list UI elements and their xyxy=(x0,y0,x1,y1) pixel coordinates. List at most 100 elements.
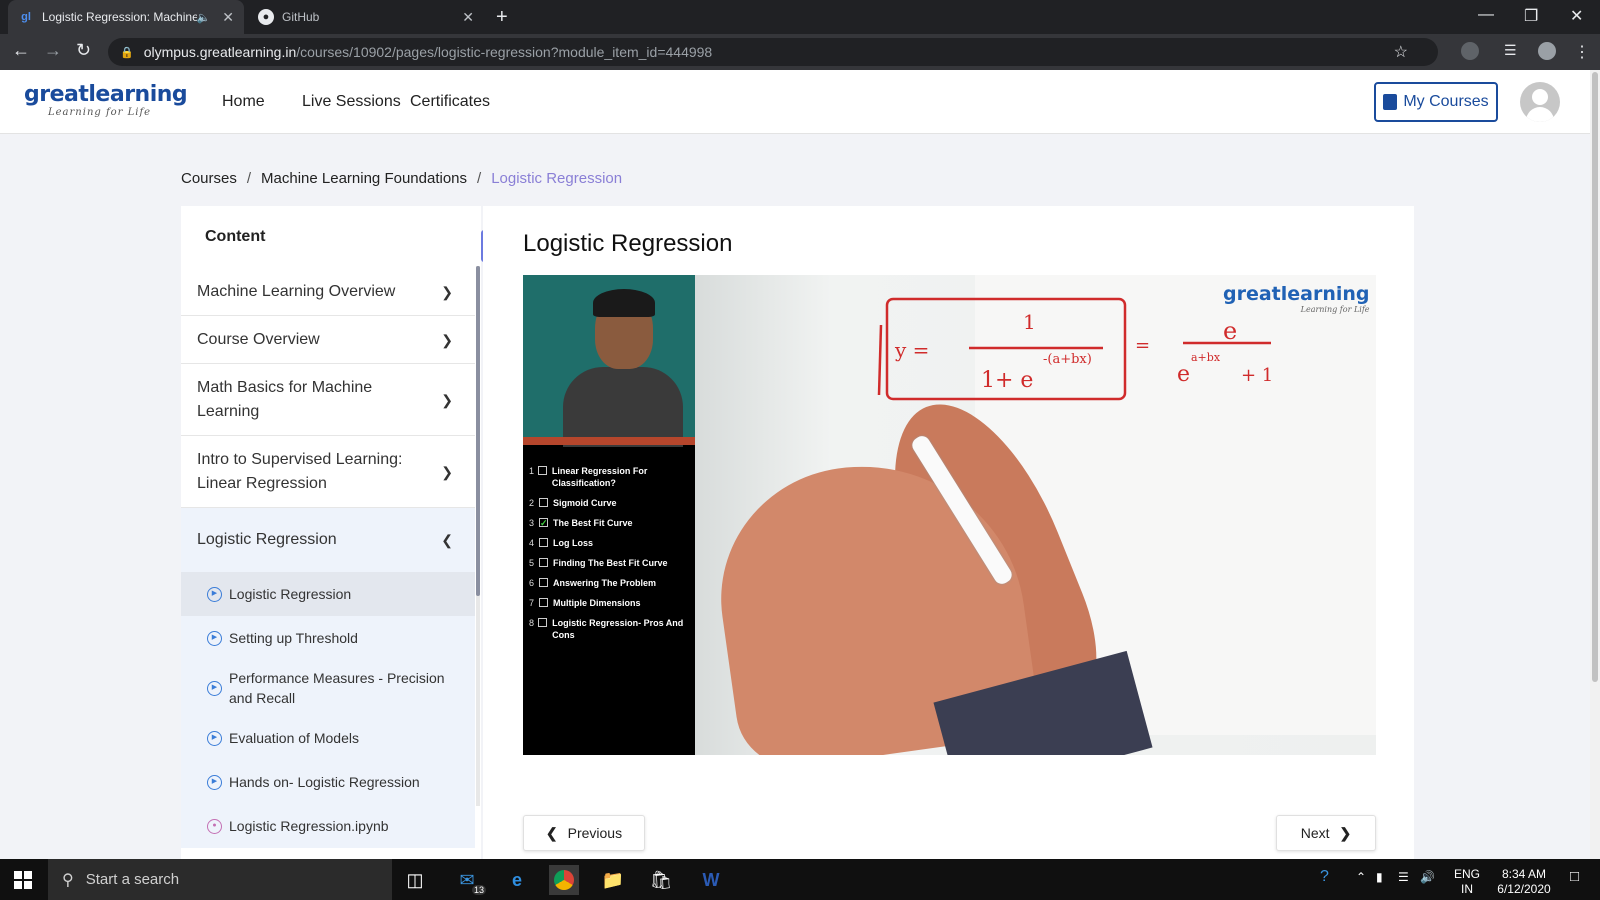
nav-live-sessions[interactable]: Live Sessions xyxy=(302,93,401,111)
logo-brand: greatlearning xyxy=(24,82,188,107)
page-scrollbar[interactable] xyxy=(1590,70,1600,859)
wifi-icon[interactable]: ☰ xyxy=(1398,870,1409,885)
sidebar-scrollbar[interactable] xyxy=(476,266,480,806)
language-indicator[interactable]: ENG IN xyxy=(1454,867,1480,897)
my-courses-label: My Courses xyxy=(1403,93,1489,110)
profile-icon[interactable] xyxy=(1538,42,1556,60)
menu-dots-icon[interactable]: ⋮ xyxy=(1574,42,1592,61)
svg-text:1+ e: 1+ e xyxy=(981,368,1033,393)
module-math-basics[interactable]: Math Basics for Machine Learning ❯ xyxy=(181,364,475,436)
extension-icon[interactable] xyxy=(1461,42,1479,60)
url-host: olympus.greatlearning.in xyxy=(143,44,297,60)
browser-tab-active[interactable]: gl Logistic Regression: Machine 🔈 ✕ xyxy=(8,0,244,34)
edge-icon[interactable]: e xyxy=(502,865,532,895)
windows-start-icon[interactable] xyxy=(14,871,32,889)
store-icon[interactable]: 🛍 xyxy=(646,865,676,895)
module-course-overview[interactable]: Course Overview ❯ xyxy=(181,316,475,364)
svg-text:=: = xyxy=(1135,335,1150,356)
speaker-icon[interactable]: 🔈 xyxy=(197,11,211,24)
forward-icon[interactable]: → xyxy=(44,40,62,61)
watermark-brand: greatlearning xyxy=(1223,283,1370,305)
logo-tagline: Learning for Life xyxy=(48,107,152,118)
file-explorer-icon[interactable]: 📁 xyxy=(598,865,628,895)
lesson-item-hands-on[interactable]: ▶ Hands on- Logistic Regression xyxy=(181,760,475,804)
lesson-label: Logistic Regression.ipynb xyxy=(229,818,389,834)
task-view-icon[interactable]: ◫ xyxy=(400,865,430,895)
lesson-item-threshold[interactable]: ▶ Setting up Threshold xyxy=(181,616,475,660)
greatlearning-logo[interactable]: greatlearning Learning for Life xyxy=(24,82,188,118)
minimize-icon[interactable]: — xyxy=(1478,6,1494,24)
browser-tab-github[interactable]: ● GitHub ✕ xyxy=(248,0,484,34)
notebook-icon: ● xyxy=(207,818,222,834)
module-linear-regression[interactable]: Intro to Supervised Learning: Linear Reg… xyxy=(181,436,475,508)
lesson-item-logistic-regression[interactable]: ▶ Logistic Regression xyxy=(181,572,475,616)
toc-number: 1 xyxy=(529,466,535,476)
video-player[interactable]: 1 Linear Regression For Classification? 2… xyxy=(523,275,1376,755)
breadcrumb: Courses / Machine Learning Foundations /… xyxy=(181,170,622,187)
previous-button[interactable]: ❮ Previous xyxy=(523,815,645,851)
close-tab-icon[interactable]: ✕ xyxy=(222,9,234,26)
lesson-item-notebook[interactable]: ● Logistic Regression.ipynb xyxy=(181,804,475,848)
checkbox-icon xyxy=(538,618,548,627)
toc-item: 8 Logistic Regression- Pros And Cons xyxy=(529,617,691,641)
volume-icon[interactable]: 🔊 xyxy=(1420,870,1435,885)
toc-label: Linear Regression For Classification? xyxy=(551,466,648,488)
nav-home[interactable]: Home xyxy=(222,93,265,111)
module-logistic-regression[interactable]: Logistic Regression ❮ xyxy=(181,508,475,572)
page-scrollbar-thumb[interactable] xyxy=(1592,72,1598,682)
toc-item: 1 Linear Regression For Classification? xyxy=(529,465,691,489)
new-tab-button[interactable]: + xyxy=(496,6,508,29)
restore-icon[interactable]: ❐ xyxy=(1524,6,1538,26)
bookmark-star-icon[interactable]: ☆ xyxy=(1394,42,1408,62)
user-avatar[interactable] xyxy=(1520,82,1560,122)
next-button[interactable]: Next ❯ xyxy=(1276,815,1376,851)
media-control-icon[interactable]: ☰ xyxy=(1504,42,1522,60)
toc-number: 4 xyxy=(529,538,535,548)
lesson-item-precision-recall[interactable]: ▶ Performance Measures - Precision and R… xyxy=(181,660,475,716)
close-tab-icon[interactable]: ✕ xyxy=(462,9,474,26)
toc-label: Finding The Best Fit Curve xyxy=(553,558,668,568)
presenter-body xyxy=(563,367,683,447)
lock-icon: 🔒 xyxy=(120,46,134,59)
toc-number: 8 xyxy=(529,618,535,628)
address-bar[interactable]: 🔒 olympus.greatlearning.in/courses/10902… xyxy=(108,38,1438,66)
chrome-icon[interactable] xyxy=(549,865,579,895)
close-window-icon[interactable]: ✕ xyxy=(1570,6,1583,26)
chevron-up-icon[interactable]: ⌃ xyxy=(1356,870,1366,885)
toc-item: 5 Finding The Best Fit Curve xyxy=(529,557,691,569)
checkbox-icon xyxy=(539,558,548,567)
browser-toolbar: ← → ↻ 🔒 olympus.greatlearning.in/courses… xyxy=(0,34,1600,70)
reload-icon[interactable]: ↻ xyxy=(76,40,91,61)
checkbox-icon xyxy=(537,466,547,475)
breadcrumb-courses[interactable]: Courses xyxy=(181,170,237,187)
module-ml-overview[interactable]: Machine Learning Overview ❯ xyxy=(181,268,475,316)
nav-certificates[interactable]: Certificates xyxy=(410,93,490,111)
clock-time: 8:34 AM xyxy=(1501,867,1547,881)
taskbar-search-box[interactable]: ⚲ Start a search xyxy=(48,859,392,900)
lesson-label: Setting up Threshold xyxy=(229,630,358,646)
region-code: IN xyxy=(1461,882,1473,896)
url-path: /courses/10902/pages/logistic-regression… xyxy=(296,44,713,60)
lesson-item-evaluation[interactable]: ▶ Evaluation of Models xyxy=(181,716,475,760)
play-circle-icon: ▶ xyxy=(207,680,222,696)
my-courses-button[interactable]: My Courses xyxy=(1374,82,1498,122)
notifications-icon[interactable]: □ xyxy=(1570,869,1579,884)
content-sidebar: Content Machine Learning Overview ❯ Cour… xyxy=(181,206,481,859)
sidebar-title: Content xyxy=(205,228,266,245)
breadcrumb-course[interactable]: Machine Learning Foundations xyxy=(261,170,467,187)
search-placeholder: Start a search xyxy=(85,871,180,888)
toc-label: Sigmoid Curve xyxy=(553,498,617,508)
clock[interactable]: 8:34 AM 6/12/2020 xyxy=(1488,867,1560,897)
battery-icon[interactable]: ▮ xyxy=(1376,870,1383,885)
search-icon: ⚲ xyxy=(62,871,74,889)
help-icon[interactable]: ? xyxy=(1320,869,1329,885)
breadcrumb-separator: / xyxy=(477,170,482,187)
word-icon[interactable]: W xyxy=(696,865,726,895)
github-icon: ● xyxy=(258,9,274,25)
mail-icon[interactable]: ✉ 13 xyxy=(452,865,486,895)
sidebar-scrollbar-thumb[interactable] xyxy=(476,266,480,596)
toc-item: 6 Answering The Problem xyxy=(529,577,691,589)
back-icon[interactable]: ← xyxy=(12,40,30,61)
clock-date: 6/12/2020 xyxy=(1497,882,1551,896)
module-label: Math Basics for Machine Learning xyxy=(197,378,373,420)
